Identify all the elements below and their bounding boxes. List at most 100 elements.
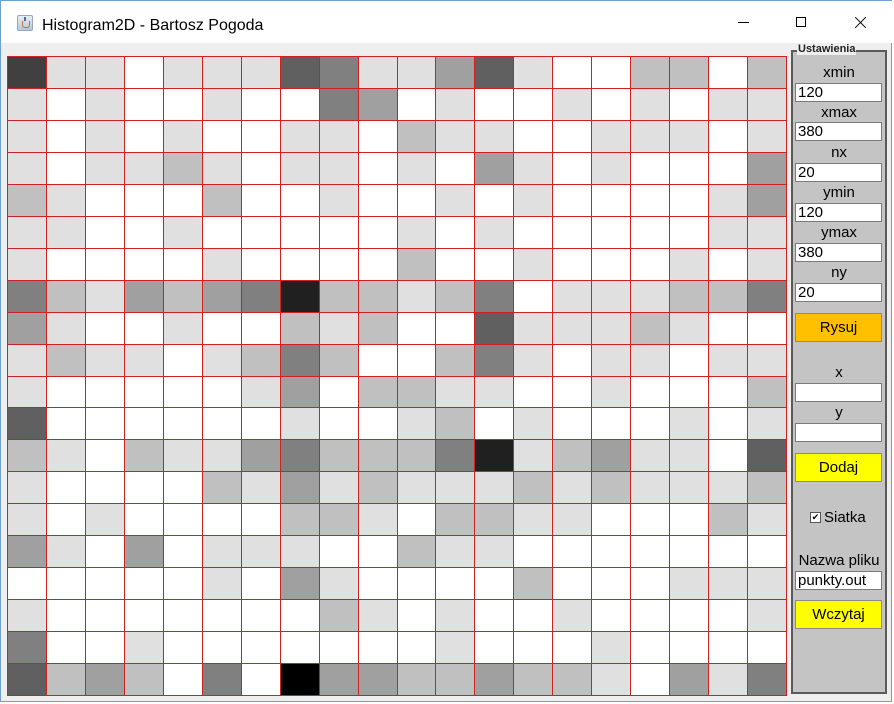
title-bar[interactable]: Histogram2D - Bartosz Pogoda xyxy=(1,1,893,43)
histogram-cell xyxy=(436,312,476,345)
load-button[interactable]: Wczytaj xyxy=(795,600,882,629)
histogram-grid[interactable] xyxy=(7,56,787,696)
ny-input[interactable]: 20 xyxy=(795,283,882,302)
histogram-cell xyxy=(436,88,476,121)
ymin-input[interactable]: 120 xyxy=(795,203,882,222)
histogram-cell xyxy=(514,57,554,89)
settings-panel-legend: Ustawienia xyxy=(797,43,857,55)
histogram-cell xyxy=(475,88,515,121)
histogram-cell xyxy=(475,440,515,473)
histogram-cell xyxy=(709,408,749,441)
ymax-input[interactable]: 380 xyxy=(795,243,882,262)
histogram-cell xyxy=(514,344,554,377)
xmax-input[interactable]: 380 xyxy=(795,122,882,141)
java-app-icon[interactable] xyxy=(17,15,33,31)
histogram-cell xyxy=(553,472,593,505)
histogram-cell xyxy=(202,472,242,505)
histogram-cell xyxy=(163,120,203,153)
close-button[interactable] xyxy=(830,1,890,43)
histogram-cell xyxy=(8,216,47,249)
histogram-cell xyxy=(670,120,710,153)
histogram-cell xyxy=(280,600,320,633)
histogram-cell xyxy=(163,632,203,665)
histogram-cell xyxy=(397,120,437,153)
histogram-cell xyxy=(241,184,281,217)
histogram-cell xyxy=(397,184,437,217)
filename-input[interactable]: punkty.out xyxy=(795,571,882,590)
histogram-cell xyxy=(163,440,203,473)
histogram-cell xyxy=(163,152,203,185)
histogram-cell xyxy=(163,376,203,409)
histogram-cell xyxy=(8,632,47,665)
nx-input[interactable]: 20 xyxy=(795,163,882,182)
histogram-cell xyxy=(397,504,437,537)
histogram-cell xyxy=(46,632,86,665)
maximize-button[interactable] xyxy=(771,1,831,43)
histogram-cell xyxy=(163,88,203,121)
histogram-cell xyxy=(436,216,476,249)
histogram-cell xyxy=(436,504,476,537)
histogram-cell xyxy=(202,440,242,473)
histogram-cell xyxy=(85,440,125,473)
histogram-cell xyxy=(85,536,125,569)
histogram-cell xyxy=(475,344,515,377)
grid-checkbox[interactable]: ✔ xyxy=(810,511,821,523)
histogram-cell xyxy=(553,280,593,313)
histogram-cell xyxy=(124,536,164,569)
histogram-cell xyxy=(8,280,47,313)
histogram-cell xyxy=(202,664,242,696)
histogram-cell xyxy=(163,280,203,313)
histogram-cell xyxy=(553,568,593,601)
histogram-cell xyxy=(475,536,515,569)
grid-checkbox-row[interactable]: ✔ Siatka xyxy=(810,508,866,526)
histogram-cell xyxy=(397,408,437,441)
minimize-button[interactable] xyxy=(713,1,773,43)
histogram-cell xyxy=(592,440,632,473)
histogram-cell xyxy=(748,472,787,505)
histogram-cell xyxy=(475,632,515,665)
histogram-cell xyxy=(514,88,554,121)
histogram-cell xyxy=(85,88,125,121)
histogram-cell xyxy=(748,376,787,409)
histogram-cell xyxy=(85,504,125,537)
histogram-cell xyxy=(8,472,47,505)
histogram-cell xyxy=(241,664,281,696)
histogram-cell xyxy=(319,536,359,569)
histogram-cell xyxy=(748,344,787,377)
histogram-cell xyxy=(553,184,593,217)
histogram-cell xyxy=(709,344,749,377)
histogram-cell xyxy=(436,440,476,473)
draw-button[interactable]: Rysuj xyxy=(795,313,882,342)
histogram-cell xyxy=(319,120,359,153)
xmin-input[interactable]: 120 xyxy=(795,83,882,102)
histogram-cell xyxy=(241,57,281,89)
histogram-cell xyxy=(163,344,203,377)
histogram-cell xyxy=(280,504,320,537)
histogram-cell xyxy=(709,280,749,313)
histogram-cell xyxy=(709,568,749,601)
histogram-cell xyxy=(241,408,281,441)
histogram-cell xyxy=(631,536,671,569)
histogram-cell xyxy=(475,504,515,537)
histogram-cell xyxy=(670,664,710,696)
histogram-cell xyxy=(514,312,554,345)
histogram-cell xyxy=(358,344,398,377)
histogram-cell xyxy=(553,376,593,409)
y-input[interactable] xyxy=(795,423,882,442)
histogram-cell xyxy=(475,600,515,633)
x-input[interactable] xyxy=(795,383,882,402)
add-button[interactable]: Dodaj xyxy=(795,453,882,482)
histogram-cell xyxy=(436,57,476,89)
histogram-cell xyxy=(709,312,749,345)
histogram-cell xyxy=(475,376,515,409)
histogram-cell xyxy=(358,280,398,313)
histogram-cell xyxy=(592,312,632,345)
histogram-cell xyxy=(319,57,359,89)
histogram-cell xyxy=(709,88,749,121)
histogram-cell xyxy=(46,312,86,345)
histogram-cell xyxy=(202,408,242,441)
histogram-cell xyxy=(124,632,164,665)
histogram-cell xyxy=(241,536,281,569)
histogram-cell xyxy=(8,376,47,409)
histogram-cell xyxy=(163,408,203,441)
